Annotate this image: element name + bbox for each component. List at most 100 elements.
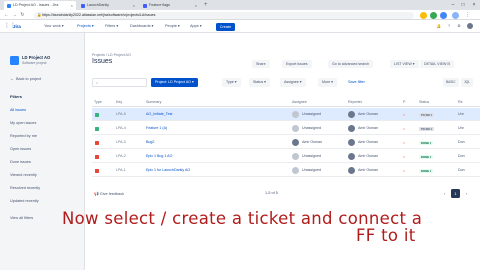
column-priority[interactable]: P — [403, 100, 405, 104]
reporter-name: Amir Osman — [358, 154, 378, 158]
filter-my-open-issues[interactable]: My open issues — [10, 121, 36, 125]
table-row[interactable]: LPA-1 Epic 1 for LaunchDarkly AO Unassig… — [92, 164, 480, 177]
assignee-filter-button[interactable]: Assignee ▾ — [280, 78, 306, 87]
new-tab-icon[interactable]: + — [204, 0, 208, 10]
issue-summary[interactable]: AO_Initiate_Test — [146, 108, 172, 121]
table-row[interactable]: LPA-4 Feature 1 (A) Unassigned Amir Osma… — [92, 122, 480, 135]
filter-viewed-recently[interactable]: Viewed recently — [10, 173, 37, 177]
column-reporter[interactable]: Reporter — [348, 100, 362, 104]
maximize-icon[interactable]: □ — [458, 0, 468, 10]
column-key[interactable]: Key — [116, 100, 122, 104]
more-filter-button[interactable]: More ▾ — [318, 78, 337, 87]
assignee-avatar — [292, 139, 299, 146]
nav-filters[interactable]: Filters ▾ — [105, 23, 118, 30]
reporter-avatar — [348, 125, 355, 132]
table-row[interactable]: LPA-2 Epic 1 Bug 1 AO Unassigned Amir Os… — [92, 150, 480, 163]
reload-icon[interactable]: ↻ — [19, 12, 26, 19]
bug-type-icon — [95, 140, 99, 145]
save-filter-button[interactable]: Save filter — [348, 78, 365, 87]
close-tab-icon[interactable]: × — [71, 1, 73, 10]
issue-summary[interactable]: Bug2 — [146, 136, 154, 149]
close-tab-icon[interactable]: × — [133, 1, 135, 10]
column-type[interactable]: Type — [94, 100, 102, 104]
browser-tab-bar: LD Project AO - Issues - Jira × LaunchDa… — [0, 0, 480, 10]
browser-menu-icon[interactable]: ⋮ — [464, 12, 471, 19]
profile-avatar[interactable] — [452, 11, 459, 19]
help-icon[interactable]: ? — [446, 23, 452, 29]
create-button[interactable]: Create — [216, 22, 235, 31]
extension-icon[interactable] — [430, 11, 437, 19]
filter-resolved-recently[interactable]: Resolved recently — [10, 186, 40, 190]
browser-tab-launchdarkly[interactable]: LaunchDarkly × — [78, 1, 138, 10]
unassigned-avatar — [292, 111, 299, 118]
close-tab-icon[interactable]: × — [195, 1, 197, 10]
filter-reported-by-me[interactable]: Reported by me — [10, 134, 37, 138]
story-type-icon — [95, 126, 99, 131]
settings-gear-icon[interactable]: ⚙ — [456, 23, 462, 29]
forward-arrow-icon[interactable]: → — [11, 12, 18, 19]
issue-summary[interactable]: Feature 1 (A) — [146, 122, 167, 135]
status-filter-button[interactable]: Status ▾ — [249, 78, 270, 87]
project-filter-button[interactable]: Project: LD Project AO ▾ — [151, 78, 198, 87]
filter-open-issues[interactable]: Open issues — [10, 147, 31, 151]
close-window-icon[interactable]: × — [469, 0, 479, 10]
search-input[interactable]: ⌕ — [92, 78, 147, 87]
basic-search-button[interactable]: BASIC — [443, 78, 459, 87]
nav-your-work[interactable]: Your work ▾ — [44, 23, 64, 30]
priority-icon: = — [403, 126, 406, 131]
issue-summary[interactable]: Epic 1 Bug 1 AO — [146, 150, 172, 163]
resolution: Unr — [458, 126, 464, 130]
export-issues-button[interactable]: Export issues — [282, 60, 312, 68]
table-row[interactable]: LPA-3 Bug2 Amir Osman Amir Osman = DONE … — [92, 136, 480, 149]
browser-tab-feature-flags[interactable]: Feature flags × — [140, 1, 200, 10]
type-filter-button[interactable]: Type ▾ — [222, 78, 241, 87]
issue-summary[interactable]: Epic 1 for LaunchDarkly AO — [146, 164, 190, 177]
filter-done-issues[interactable]: Done issues — [10, 160, 31, 164]
give-feedback-link[interactable]: 📢 Give feedback — [94, 191, 124, 196]
status-badge[interactable]: DONE ▾ — [419, 154, 434, 159]
jira-logo[interactable]: Jira — [13, 23, 21, 30]
nav-dashboards[interactable]: Dashboards ▾ — [130, 23, 153, 30]
extension-icon[interactable] — [420, 11, 427, 19]
issue-key[interactable]: LPA-1 — [116, 164, 126, 177]
reporter-name: Amir Osman — [358, 126, 378, 130]
breadcrumb[interactable]: Projects / LD Project AO — [92, 53, 131, 57]
column-status[interactable]: Status — [419, 100, 429, 104]
advanced-search-button[interactable]: Go to advanced search — [328, 60, 374, 68]
status-badge[interactable]: DONE ▾ — [419, 168, 434, 173]
column-assignee[interactable]: Assignee — [292, 100, 307, 104]
issue-key[interactable]: LPA-2 — [116, 150, 126, 163]
list-view-button[interactable]: LIST VIEW ▾ — [390, 60, 419, 68]
user-avatar[interactable] — [467, 23, 473, 29]
jql-search-button[interactable]: JQL — [461, 78, 473, 87]
previous-page-icon[interactable]: ‹ — [440, 189, 449, 198]
column-summary[interactable]: Summary — [146, 100, 161, 104]
project-type: Software project — [22, 61, 47, 65]
column-resolution[interactable]: Re — [458, 100, 463, 104]
filter-updated-recently[interactable]: Updated recently — [10, 199, 39, 203]
filter-all-issues[interactable]: All issues — [10, 108, 26, 112]
status-badge[interactable]: DONE ▾ — [419, 140, 434, 145]
detail-view-button[interactable]: DETAIL VIEW ⊟ — [420, 60, 455, 68]
url-field[interactable]: 🔒 https://launchdarkly2022.atlassian.net… — [34, 11, 414, 19]
issue-key[interactable]: LPA-5 — [116, 108, 126, 121]
nav-apps[interactable]: Apps ▾ — [190, 23, 202, 30]
nav-projects[interactable]: Projects ▾ — [77, 23, 94, 30]
extension-icon[interactable] — [440, 11, 447, 19]
nav-people[interactable]: People ▾ — [165, 23, 180, 30]
issue-key[interactable]: LPA-4 — [116, 122, 126, 135]
page-number[interactable]: 1 — [451, 189, 460, 198]
browser-tab-jira[interactable]: LD Project AO - Issues - Jira × — [4, 1, 76, 10]
minimize-icon[interactable]: – — [448, 0, 458, 10]
notifications-icon[interactable]: 🔔 — [436, 23, 442, 29]
table-row[interactable]: LPA-5 AO_Initiate_Test Unassigned Amir O… — [92, 108, 480, 121]
next-page-icon[interactable]: › — [462, 189, 471, 198]
status-badge[interactable]: TO DO ▾ — [419, 126, 434, 131]
view-all-filters-link[interactable]: View all filters — [10, 216, 33, 220]
back-to-project-link[interactable]: ← Back to project — [10, 77, 41, 81]
issue-key[interactable]: LPA-3 — [116, 136, 126, 149]
share-button[interactable]: Share — [252, 60, 270, 68]
assignee-name: Amir Osman — [302, 140, 322, 144]
back-arrow-icon[interactable]: ← — [3, 12, 10, 19]
status-badge[interactable]: TO DO ▾ — [419, 112, 434, 117]
